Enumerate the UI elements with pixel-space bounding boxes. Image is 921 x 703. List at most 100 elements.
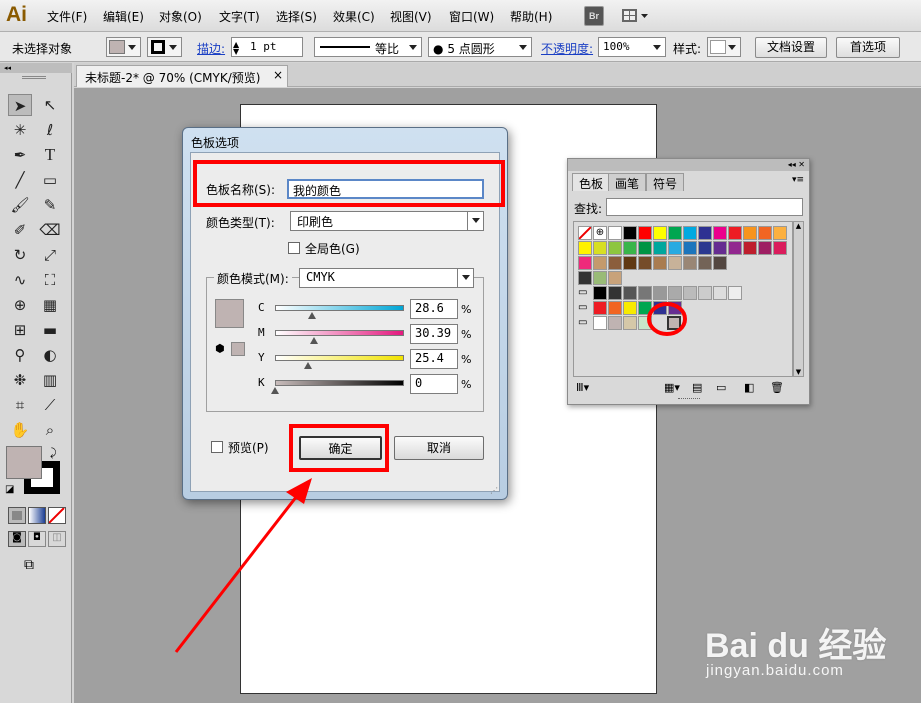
blend-tool-icon[interactable]: ◐ bbox=[38, 344, 62, 366]
swatch[interactable] bbox=[653, 226, 667, 240]
fill-color-swatch[interactable] bbox=[6, 446, 42, 479]
perspective-grid-tool-icon[interactable]: ▦ bbox=[38, 294, 62, 316]
paintbrush-tool-icon[interactable]: 🖌 bbox=[8, 194, 32, 216]
group-swatch[interactable] bbox=[728, 286, 742, 300]
fill-color-dropdown[interactable] bbox=[106, 37, 141, 57]
line-tool-icon[interactable]: ╱ bbox=[8, 169, 32, 191]
direct-selection-tool-icon[interactable]: ↖ bbox=[38, 94, 62, 116]
group-swatch[interactable] bbox=[608, 286, 622, 300]
color-type-select[interactable]: 印刷色 bbox=[290, 211, 484, 231]
menu-file[interactable]: 文件(F) bbox=[47, 8, 87, 25]
group-swatch[interactable] bbox=[668, 301, 682, 315]
free-transform-tool-icon[interactable]: ⛶ bbox=[38, 269, 62, 291]
swatch[interactable] bbox=[683, 256, 697, 270]
swatch[interactable] bbox=[638, 241, 652, 255]
color-mode-select[interactable]: CMYK bbox=[299, 268, 474, 288]
panel-menu-icon[interactable]: ▾≡ bbox=[792, 175, 804, 185]
menu-object[interactable]: 对象(O) bbox=[159, 8, 202, 25]
pattern-swatch[interactable] bbox=[578, 271, 592, 285]
group-swatch[interactable] bbox=[623, 316, 637, 330]
delete-swatch-icon[interactable]: 🗑 bbox=[770, 381, 784, 394]
default-colors-icon[interactable]: ◪ bbox=[5, 484, 14, 495]
group-swatch[interactable] bbox=[668, 286, 682, 300]
stroke-weight-input[interactable]: 1 pt bbox=[231, 37, 303, 57]
swatch[interactable] bbox=[608, 256, 622, 270]
mesh-tool-icon[interactable]: ⊞ bbox=[8, 319, 32, 341]
cancel-button[interactable]: 取消 bbox=[394, 436, 484, 460]
slider-thumb-m[interactable] bbox=[310, 337, 319, 344]
swatch[interactable] bbox=[653, 241, 667, 255]
menu-view[interactable]: 视图(V) bbox=[390, 8, 432, 25]
channel-value-k[interactable]: 0 bbox=[410, 374, 458, 394]
swatch-options-icon[interactable]: ▤ bbox=[692, 381, 702, 394]
swatch[interactable] bbox=[638, 226, 652, 240]
swatch[interactable] bbox=[578, 256, 592, 270]
arrange-documents-button[interactable] bbox=[620, 7, 650, 25]
find-input[interactable] bbox=[606, 198, 803, 216]
swap-colors-icon[interactable]: ⤸ bbox=[50, 446, 57, 460]
shape-builder-tool-icon[interactable]: ⊕ bbox=[8, 294, 32, 316]
close-tab-icon[interactable]: × bbox=[273, 68, 283, 82]
resize-grip-icon[interactable]: ⋰ bbox=[490, 486, 504, 496]
swatch[interactable] bbox=[668, 241, 682, 255]
group-swatch[interactable] bbox=[593, 286, 607, 300]
group-swatch[interactable] bbox=[623, 286, 637, 300]
opacity-input[interactable]: 100% bbox=[598, 37, 666, 57]
gradient-mode-button[interactable] bbox=[28, 507, 46, 524]
swatch[interactable] bbox=[623, 226, 637, 240]
swatch[interactable] bbox=[713, 241, 727, 255]
pencil-tool-icon[interactable]: ✎ bbox=[38, 194, 62, 216]
group-swatch[interactable] bbox=[713, 286, 727, 300]
style-dropdown[interactable] bbox=[707, 37, 741, 57]
slider-thumb-y[interactable] bbox=[303, 362, 312, 369]
group-swatch[interactable] bbox=[653, 301, 667, 315]
swatch[interactable] bbox=[638, 256, 652, 270]
symbol-sprayer-tool-icon[interactable]: ❉ bbox=[8, 369, 32, 391]
stroke-stepper-icon[interactable]: ▲ ▼ bbox=[233, 41, 239, 56]
blob-brush-tool-icon[interactable]: ✐ bbox=[8, 219, 32, 241]
slider-track-k[interactable] bbox=[275, 380, 404, 386]
swatch[interactable] bbox=[608, 241, 622, 255]
swatch-none[interactable] bbox=[578, 226, 592, 240]
swatch[interactable] bbox=[728, 241, 742, 255]
column-graph-tool-icon[interactable]: ▥ bbox=[38, 369, 62, 391]
menu-help[interactable]: 帮助(H) bbox=[510, 8, 552, 25]
swatch[interactable] bbox=[668, 226, 682, 240]
document-setup-button[interactable]: 文档设置 bbox=[755, 37, 827, 58]
swatch[interactable] bbox=[653, 256, 667, 270]
opacity-label[interactable]: 不透明度: bbox=[541, 40, 593, 57]
resize-handle[interactable] bbox=[678, 398, 700, 401]
swatch[interactable] bbox=[743, 241, 757, 255]
color-mode-button[interactable] bbox=[8, 507, 26, 524]
none-mode-button[interactable] bbox=[48, 507, 66, 524]
channel-value-c[interactable]: 28.6 bbox=[410, 299, 458, 319]
preview-checkbox[interactable] bbox=[211, 441, 223, 453]
scale-tool-icon[interactable]: ⤢ bbox=[38, 244, 62, 266]
gradient-tool-icon[interactable]: ▬ bbox=[38, 319, 62, 341]
group-swatch[interactable] bbox=[623, 301, 637, 315]
pen-tool-icon[interactable]: ✒ bbox=[8, 144, 32, 166]
tab-brushes[interactable]: 画笔 bbox=[608, 173, 647, 191]
menu-effect[interactable]: 效果(C) bbox=[333, 8, 375, 25]
selection-tool-icon[interactable]: ➤ bbox=[8, 94, 32, 116]
screen-mode-icon[interactable]: ⧉ bbox=[24, 557, 34, 573]
tools-panel-header[interactable]: ◂◂ bbox=[0, 63, 72, 73]
panel-header[interactable]: ◂◂ ✕ bbox=[568, 159, 809, 171]
menu-edit[interactable]: 编辑(E) bbox=[103, 8, 144, 25]
color-group-folder-icon[interactable]: ▭ bbox=[578, 316, 592, 330]
group-swatch[interactable] bbox=[608, 301, 622, 315]
menu-type[interactable]: 文字(T) bbox=[219, 8, 260, 25]
gamut-swatch[interactable] bbox=[231, 342, 245, 356]
group-swatch[interactable] bbox=[608, 316, 622, 330]
group-swatch[interactable] bbox=[683, 286, 697, 300]
preferences-button[interactable]: 首选项 bbox=[836, 37, 900, 58]
swatch[interactable] bbox=[758, 226, 772, 240]
cube-gamut-icon[interactable]: ⬢ bbox=[215, 342, 225, 355]
menu-select[interactable]: 选择(S) bbox=[276, 8, 317, 25]
pattern-swatch[interactable] bbox=[593, 271, 607, 285]
swatch[interactable] bbox=[698, 256, 712, 270]
artboard-tool-icon[interactable]: ⌗ bbox=[8, 394, 32, 416]
swatch[interactable] bbox=[743, 226, 757, 240]
bridge-button[interactable]: Br bbox=[584, 6, 604, 26]
magic-wand-tool-icon[interactable]: ✳ bbox=[8, 119, 32, 141]
